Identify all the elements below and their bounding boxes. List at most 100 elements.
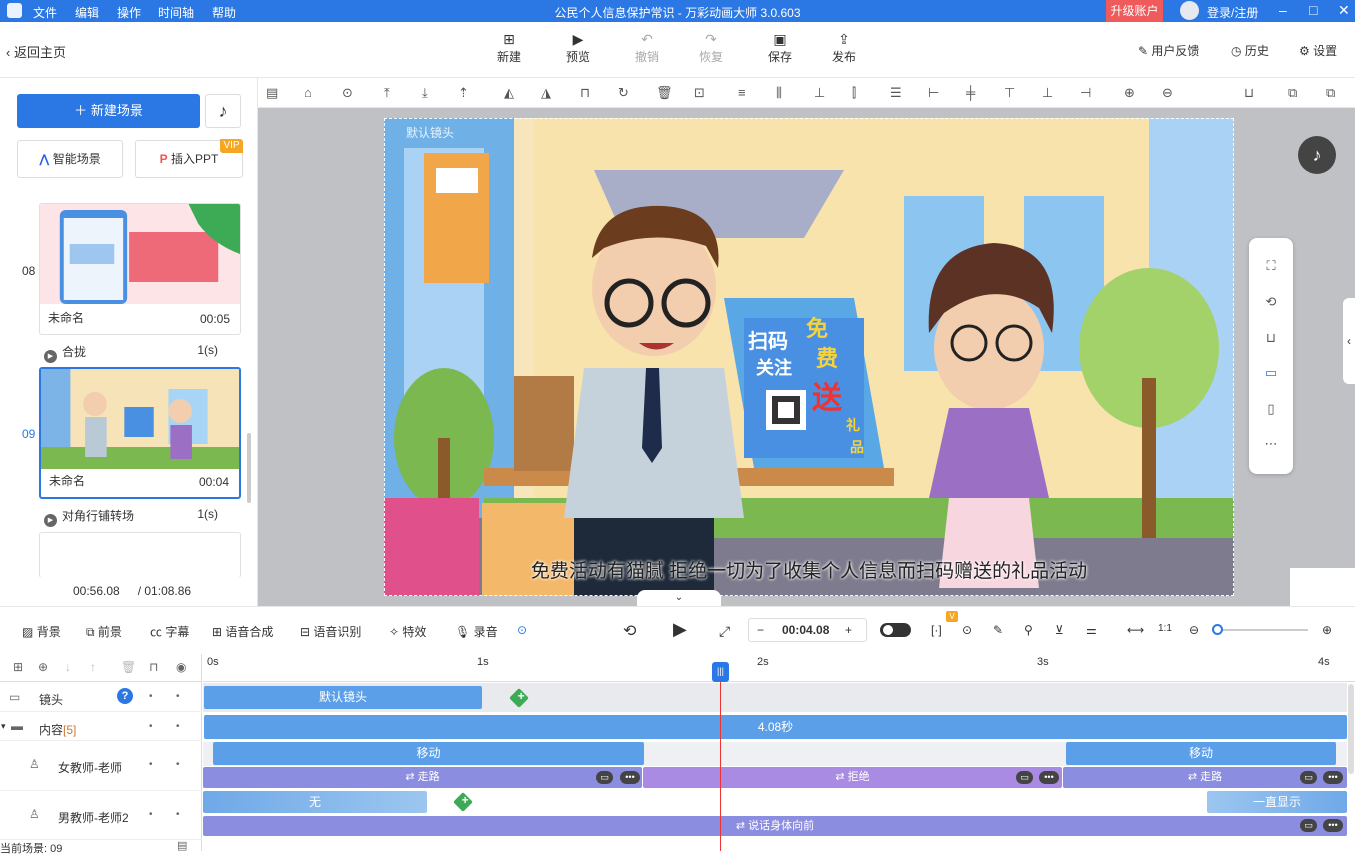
zoom-in-icon[interactable]: ⊕ — [1124, 85, 1135, 101]
bring-top-icon[interactable]: ⤒ — [384, 85, 390, 101]
motion-clip[interactable]: 移动 — [213, 742, 644, 765]
more-icon[interactable]: ⊙ — [342, 85, 353, 101]
maximize-icon[interactable]: □ — [1309, 2, 1317, 18]
background-button[interactable]: ▨ 背景 — [22, 623, 61, 640]
time-ruler[interactable]: 0s 1s 2s 3s 4s — [203, 654, 1355, 682]
edit-icon[interactable]: ✎ — [993, 623, 1003, 637]
zoom-out-icon[interactable]: ⊖ — [1162, 85, 1173, 101]
track-content-group[interactable]: ▾ ▬ 内容[5] • • — [0, 713, 202, 741]
delete-icon[interactable]: 🗑 — [656, 85, 673, 101]
save-button[interactable]: ▣ 保存 — [758, 30, 802, 65]
history-button[interactable]: ◷ 历史 — [1231, 42, 1269, 59]
lock-dot[interactable]: • — [149, 809, 153, 820]
unlock-icon[interactable]: ⊔ — [1244, 85, 1254, 101]
redo-button[interactable]: ↷ 恢复 — [689, 30, 733, 65]
track-camera[interactable]: ▭ 镜头 ? • • — [0, 683, 202, 712]
more-icon[interactable]: ••• — [1323, 771, 1343, 784]
scene-thumbnail-09[interactable]: 未命名 00:04 — [39, 367, 241, 499]
collapse-toggle[interactable]: ⌄ — [637, 590, 721, 606]
minus-icon[interactable]: − — [757, 623, 764, 637]
camera-clip[interactable]: 默认镜头 — [204, 686, 482, 709]
mobile-icon[interactable]: ▯ — [1249, 401, 1293, 417]
minimize-icon[interactable]: – — [1279, 2, 1287, 18]
visible-dot[interactable]: • — [176, 721, 180, 732]
fullscreen-icon[interactable]: ⤢ — [719, 623, 730, 640]
rotate-screen-icon[interactable]: ⟲ — [1249, 294, 1293, 310]
action-clip[interactable]: ⇄ 说话身体向前 — [203, 816, 1347, 836]
paste-icon[interactable]: ⧉ — [1326, 85, 1335, 101]
visible-dot[interactable]: • — [176, 759, 180, 770]
toggle-switch[interactable] — [880, 623, 911, 637]
more-icon[interactable]: ••• — [620, 771, 640, 784]
flip-v-icon[interactable]: ◮ — [541, 85, 551, 101]
music-button[interactable]: ♪ — [205, 94, 241, 128]
new-button[interactable]: ⊞ 新建 — [487, 30, 531, 65]
effects-button[interactable]: ✧ 特效 — [389, 623, 426, 640]
visible-dot[interactable]: • — [176, 809, 180, 820]
zoom-out-icon[interactable]: ⊖ — [1189, 623, 1199, 637]
send-bottom-icon[interactable]: ⤓ — [422, 85, 428, 101]
comment-icon[interactable]: ▭ — [596, 771, 613, 784]
upgrade-button[interactable]: 升级账户 — [1106, 0, 1163, 22]
action-clip[interactable]: ⇄ 走路 — [203, 767, 642, 788]
music-float-button[interactable]: ♪ — [1298, 136, 1336, 174]
distribute-v-icon[interactable]: ☰ — [890, 85, 902, 101]
comment-icon[interactable]: ▭ — [1016, 771, 1033, 784]
lock-dot[interactable]: • — [149, 691, 153, 702]
add-layer-icon[interactable]: ⊕ — [38, 660, 48, 674]
flip-h-icon[interactable]: ◭ — [504, 85, 514, 101]
adjust-icon[interactable]: ⚌ — [1086, 623, 1097, 637]
close-icon[interactable]: ✕ — [1338, 2, 1350, 18]
zoom-slider-handle[interactable] — [1212, 624, 1223, 635]
eye-icon[interactable]: ◉ — [176, 660, 186, 674]
motion-clip[interactable]: 移动 — [1066, 742, 1336, 765]
lock-dot[interactable]: • — [149, 721, 153, 732]
scene-list-scrollbar[interactable] — [247, 433, 251, 503]
preview-button[interactable]: ▶ 预览 — [556, 30, 600, 65]
foreground-button[interactable]: ⧉ 前景 — [86, 623, 122, 640]
move-up-icon[interactable]: ↑ — [90, 660, 96, 674]
align-left-icon[interactable]: ⊢ — [928, 85, 939, 101]
align-hcenter-icon[interactable]: ╪ — [966, 85, 975, 100]
scene-thumbnail-08[interactable]: 未命名 00:05 — [39, 203, 241, 335]
timeline-scrollbar[interactable] — [1348, 684, 1354, 774]
asr-button[interactable]: ⊟ 语音识别 — [300, 623, 361, 640]
crop-icon[interactable]: ⊡ — [694, 85, 705, 101]
unlock-icon[interactable]: ⊔ — [1249, 330, 1293, 346]
move-down-icon[interactable]: ↓ — [65, 660, 71, 674]
comment-icon[interactable]: ▭ — [1300, 819, 1317, 832]
expand-panel-button[interactable]: ‹ — [1343, 298, 1355, 384]
back-button[interactable]: ‹ 返回主页 — [6, 42, 66, 61]
track-female-teacher[interactable]: ♙ 女教师-老师 • • — [0, 742, 202, 791]
expand-icon[interactable]: ▾ — [1, 721, 6, 732]
content-duration-bar[interactable]: 4.08秒 — [204, 715, 1347, 739]
track-male-teacher[interactable]: ♙ 男教师-老师2 • • — [0, 792, 202, 840]
play-icon[interactable]: ▶ — [673, 619, 687, 640]
caption-button[interactable]: ㏄ 字幕 — [150, 623, 189, 640]
distribute-h-icon[interactable]: ⫿ — [852, 85, 856, 101]
more-tools-icon[interactable]: ⊙ — [517, 623, 527, 637]
ruler-icon[interactable]: ▤ — [266, 85, 278, 101]
more-icon[interactable]: ••• — [1039, 771, 1059, 784]
undo-button[interactable]: ↶ 撤销 — [625, 30, 669, 65]
home-icon[interactable]: ⌂ — [304, 85, 312, 100]
enter-effect-clip[interactable]: 无 — [203, 791, 427, 813]
fit-width-icon[interactable]: ⟷ — [1127, 623, 1144, 637]
smart-scene-button[interactable]: ⋀ 智能场景 — [17, 140, 123, 178]
align-middle-icon[interactable]: ⫼ — [776, 85, 782, 101]
transition-item[interactable]: ▶ 对角行铺转场 1(s) — [44, 507, 234, 527]
add-keyframe-icon[interactable] — [453, 792, 473, 812]
delete-icon[interactable]: 🗑 — [121, 660, 136, 674]
visible-dot[interactable]: • — [176, 691, 180, 702]
frame-icon[interactable]: [·] — [931, 623, 942, 637]
brush-icon[interactable]: ⚲ — [1024, 623, 1033, 637]
align-vbottom-icon[interactable]: ⊥ — [1042, 85, 1053, 101]
filter-icon[interactable]: ⊻ — [1055, 623, 1064, 637]
playhead-handle[interactable]: ||| — [712, 662, 729, 682]
comment-icon[interactable]: ▭ — [1300, 771, 1317, 784]
layer-up-icon[interactable]: ⇡ — [458, 85, 469, 101]
record-button[interactable]: 🎙 录音 — [455, 623, 498, 640]
stage-canvas[interactable]: 扫码 关注 免 费 送 礼 品 默认镜头 免费活动有猫腻 拒绝一切为了收集个人信… — [384, 118, 1234, 596]
zoom-slider[interactable] — [1212, 629, 1308, 631]
camera-icon[interactable]: ⊙ — [962, 623, 972, 637]
